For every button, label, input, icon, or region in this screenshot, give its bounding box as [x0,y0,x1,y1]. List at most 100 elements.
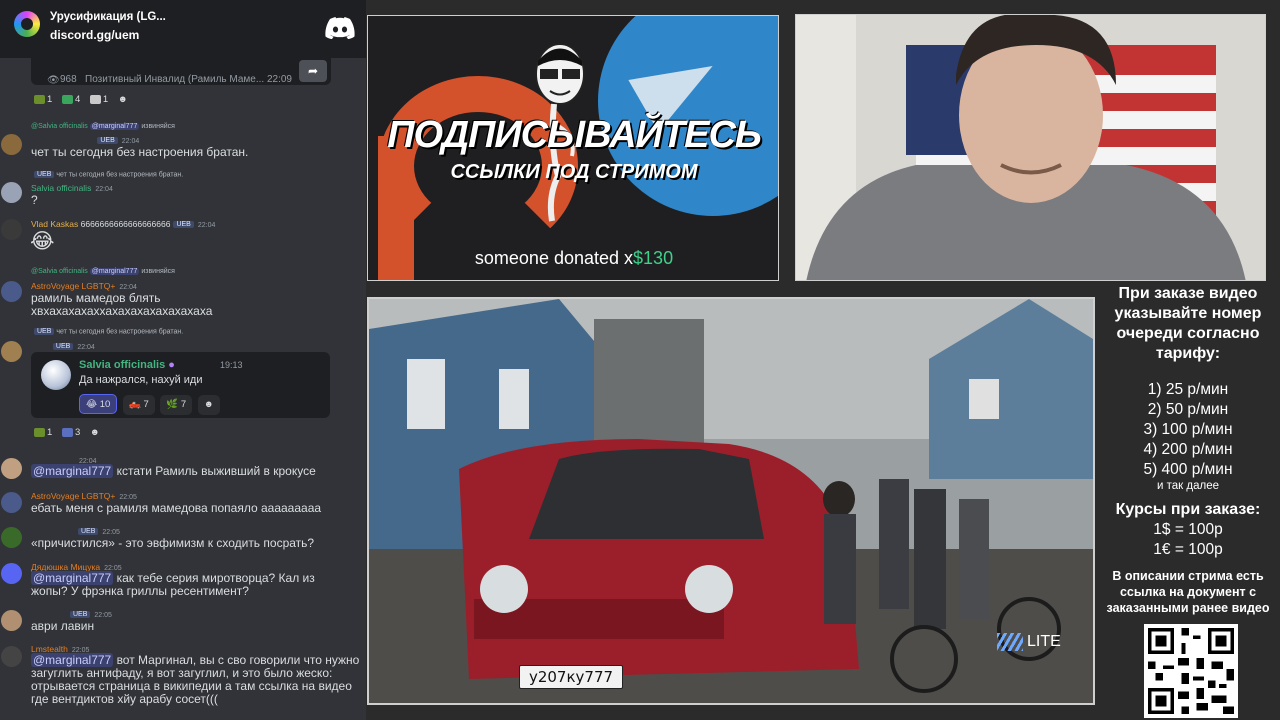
custom-emoji-icon [61,94,73,104]
user-mention[interactable]: @marginal777 [31,571,114,585]
license-plate: у207ку777 [519,665,623,689]
add-reaction-icon[interactable]: ☻ [90,427,100,438]
tank-emoji-icon: 🛻 [128,399,141,410]
reply-preview[interactable]: UEB чет ты сегодня без настроения братан… [31,328,183,335]
message-text: рамиль мамедов блять хвхахахахаххахахаха… [31,291,213,318]
lite-logo-icon [997,633,1023,651]
custom-emoji-icon [89,94,101,104]
message-text: «причистился» - это эвфимизм к сходить п… [31,536,315,550]
quoted-message-card[interactable]: Salvia officinalis ● 19:13 Да нажрался, … [31,352,330,418]
timestamp: 19:13 [220,360,243,370]
reaction-pill[interactable]: 🌿 7 [160,395,193,415]
promo-title: ПОДПИСЫВАЙТЕСЬ [387,114,762,156]
forward-button[interactable]: ➦ [299,60,327,82]
qr-code-icon [1144,624,1238,718]
reaction-pill[interactable]: 4 [61,94,80,105]
username[interactable]: AstroVoyage LGBTQ+ [31,281,115,291]
timestamp: 22:04 [95,186,113,193]
avatar[interactable] [1,182,22,203]
views-icon: 👁 [47,75,60,86]
tariff-item: 2) 50 р/мин [1147,401,1229,418]
reaction-pill[interactable]: 1 [89,94,108,105]
watermark: LITE [997,633,1061,651]
message-text: Да нажрался, нахуй иди [79,374,203,386]
discord-icon [325,17,355,39]
timestamp: 22:04 [77,344,95,351]
add-reaction-icon[interactable]: ☻ [197,395,220,415]
custom-emoji-icon [34,427,45,437]
reaction-row: 1 4 1 ☻ [34,94,135,105]
courses-title: Курсы при заказе: [1115,501,1261,518]
webcam-image [796,15,1265,280]
avatar[interactable] [1,610,22,631]
tariff-item: 1) 25 р/мин [1147,381,1229,398]
reply-preview[interactable]: @Salvia officinalis @marginal777 извиняй… [31,123,175,130]
server-name: Урусификация (LG... [50,11,166,23]
server-header[interactable]: Урусификация (LG... discord.gg/uem [0,0,366,58]
herb-emoji-icon: 🌿 [166,399,179,410]
username[interactable]: AstroVoyage LGBTQ+ [31,491,115,501]
badge-icon: ● [168,359,175,371]
avatar[interactable] [1,134,22,155]
info-panel: При заказе видео указывайте номер очеред… [1096,280,1280,720]
donation-alert: someone donated x$130 [474,248,674,268]
timestamp: 22:05 [102,529,120,536]
message-text: @marginal777 вот Маргинал, вы с сво гово… [31,653,360,706]
user-mention[interactable]: @marginal777 [31,464,114,478]
avatar[interactable] [1,341,22,362]
add-reaction-icon[interactable]: ☻ [118,94,128,105]
reaction-pill[interactable]: 3 [61,427,80,438]
tariff-item: 3) 100 р/мин [1143,421,1233,438]
video-frame [369,299,1093,703]
timestamp: 22:05 [94,612,112,619]
reaction-pill[interactable]: 1 [34,94,52,105]
reaction-pill[interactable]: 😂 10 [79,394,118,414]
username[interactable]: Vlad Kaskas [31,219,78,229]
timestamp: 22:04 [119,284,137,291]
username[interactable]: Salvia officinalis [31,183,91,193]
reaction-row: 1 3 ☻ [34,427,107,438]
avatar[interactable] [1,458,22,479]
role-badge: UEB [173,221,194,229]
role-badge: UEB [70,611,91,619]
laughing-emoji-icon: 😂 [30,230,55,253]
info-footer: В описании стрима есть ссылка на докумен… [1106,569,1270,615]
webcam-feed [795,14,1266,281]
message-text: аври лавин [31,619,95,633]
avatar[interactable] [1,527,22,548]
user-mention[interactable]: @marginal777 [31,653,114,667]
main-video[interactable]: у207ку777 LITE [367,297,1095,705]
reply-preview[interactable]: @Salvia officinalis @marginal777 извиняй… [31,268,175,275]
avatar[interactable] [1,219,22,240]
discord-chat-panel: Урусификация (LG... discord.gg/uem 👁 968… [0,0,366,720]
role-badge: UEB [78,528,99,536]
reaction-pill[interactable]: 🛻 7 [122,395,155,415]
views-count: 968 [60,74,77,85]
forwarded-embed[interactable]: 👁 968 Позитивный Инвалид (Рамиль Маме...… [31,58,331,86]
message-text: @marginal777 как тебе серия миротворца? … [31,571,315,598]
avatar[interactable] [1,563,22,584]
info-heading: При заказе видео указывайте номер очеред… [1114,285,1262,362]
tariff-item: 4) 200 р/мин [1143,441,1233,458]
promo-subtitle: ССЫЛКИ ПОД СТРИМОМ [450,161,698,183]
message-text: ? [31,193,38,207]
tariff-etc: и так далее [1157,480,1219,492]
rate-usd: 1$ = 100р [1153,521,1223,538]
avatar[interactable] [1,492,22,513]
role-badge: UEB [52,343,74,351]
server-invite-link[interactable]: discord.gg/uem [50,28,139,42]
reaction-pill[interactable]: 1 [34,427,52,438]
message-text: @marginal777 кстати Рамиль выживший в кр… [31,464,316,478]
reply-preview[interactable]: UEB чет ты сегодня без настроения братан… [31,171,183,178]
avatar[interactable] [1,646,22,667]
reaction-row: 😂 10 🛻 7 🌿 7 ☻ [79,394,223,415]
embed-meta: Позитивный Инвалид (Рамиль Маме... 22:09 [85,74,292,85]
message-text: ебать меня с рамиля мамедова попаяло ааа… [31,501,322,515]
username[interactable]: Salvia officinalis [79,359,165,371]
tariff-item: 5) 400 р/мин [1143,461,1233,478]
timestamp: 22:04 [121,138,140,145]
message-text: чет ты сегодня без настроения братан. [31,145,249,159]
promo-banner: ПОДПИСЫВАЙТЕСЬ ССЫЛКИ ПОД СТРИМОМ someon… [367,15,779,281]
avatar[interactable] [41,360,71,390]
avatar[interactable] [1,281,22,302]
